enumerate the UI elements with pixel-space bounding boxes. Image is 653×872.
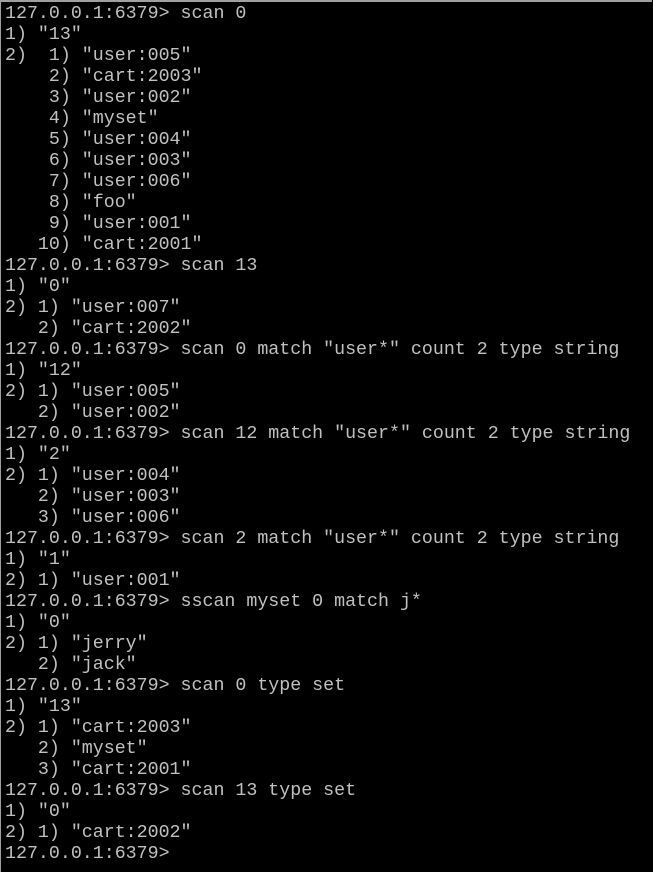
- terminal-line: 7) "user:006": [5, 172, 192, 192]
- terminal-line: 4) "myset": [5, 109, 159, 129]
- terminal-line: 8) "foo": [5, 193, 137, 213]
- terminal-line: 127.0.0.1:6379> scan 2 match "user*" cou…: [5, 529, 620, 549]
- terminal-line: 6) "user:003": [5, 151, 192, 171]
- terminal-line: 1) "13": [5, 25, 82, 45]
- terminal-window[interactable]: 127.0.0.1:6379> scan 0 1) "13" 2) 1) "user…: [0, 0, 652, 872]
- terminal-line: 127.0.0.1:6379> scan 13 type set: [5, 781, 357, 801]
- terminal-line: 3) "user:006": [5, 508, 181, 528]
- terminal-line: 2) 1) "user:005": [5, 382, 181, 402]
- terminal-line: 1) "13": [5, 697, 82, 717]
- terminal-line: 127.0.0.1:6379> sscan myset 0 match j*: [5, 592, 422, 612]
- terminal-line: 2) 1) "user:005": [5, 46, 192, 66]
- terminal-line: 1) "0": [5, 613, 71, 633]
- terminal-line: 2) "user:003": [5, 487, 181, 507]
- terminal-line: 1) "1": [5, 550, 71, 570]
- terminal-line: 5) "user:004": [5, 130, 192, 150]
- terminal-line: 2) 1) "jerry": [5, 634, 148, 654]
- terminal-line: 1) "2": [5, 445, 71, 465]
- terminal-line: 2) "cart:2002": [5, 319, 192, 339]
- terminal-line: 1) "0": [5, 277, 71, 297]
- terminal-line: 2) 1) "user:004": [5, 466, 181, 486]
- terminal-line: 2) "jack": [5, 655, 137, 675]
- terminal-line: 2) "myset": [5, 739, 148, 759]
- terminal-line: 127.0.0.1:6379> scan 13: [5, 256, 258, 276]
- terminal-line: 3) "cart:2001": [5, 760, 192, 780]
- terminal-line: 127.0.0.1:6379> scan 0 match "user*" cou…: [5, 340, 620, 360]
- terminal-line: 2) 1) "cart:2002": [5, 823, 192, 843]
- terminal-line: 9) "user:001": [5, 214, 192, 234]
- terminal-output: 127.0.0.1:6379> scan 0 1) "13" 2) 1) "user…: [5, 4, 630, 865]
- terminal-line: 2) 1) "user:007": [5, 298, 181, 318]
- terminal-line: 1) "12": [5, 361, 82, 381]
- terminal-line: 1) "0": [5, 802, 71, 822]
- terminal-line: 127.0.0.1:6379> scan 0: [5, 4, 247, 24]
- terminal-line: 2) "user:002": [5, 403, 181, 423]
- terminal-line: 2) "cart:2003": [5, 67, 203, 87]
- terminal-line: 2) 1) "user:001": [5, 571, 181, 591]
- terminal-line: 127.0.0.1:6379> scan 12 match "user*" co…: [5, 424, 631, 444]
- terminal-line: 127.0.0.1:6379> scan 0 type set: [5, 676, 346, 696]
- terminal-line: 2) 1) "cart:2003": [5, 718, 192, 738]
- terminal-line: 10) "cart:2001": [5, 235, 203, 255]
- command-prompt[interactable]: 127.0.0.1:6379>: [5, 844, 630, 865]
- terminal-line: 3) "user:002": [5, 88, 192, 108]
